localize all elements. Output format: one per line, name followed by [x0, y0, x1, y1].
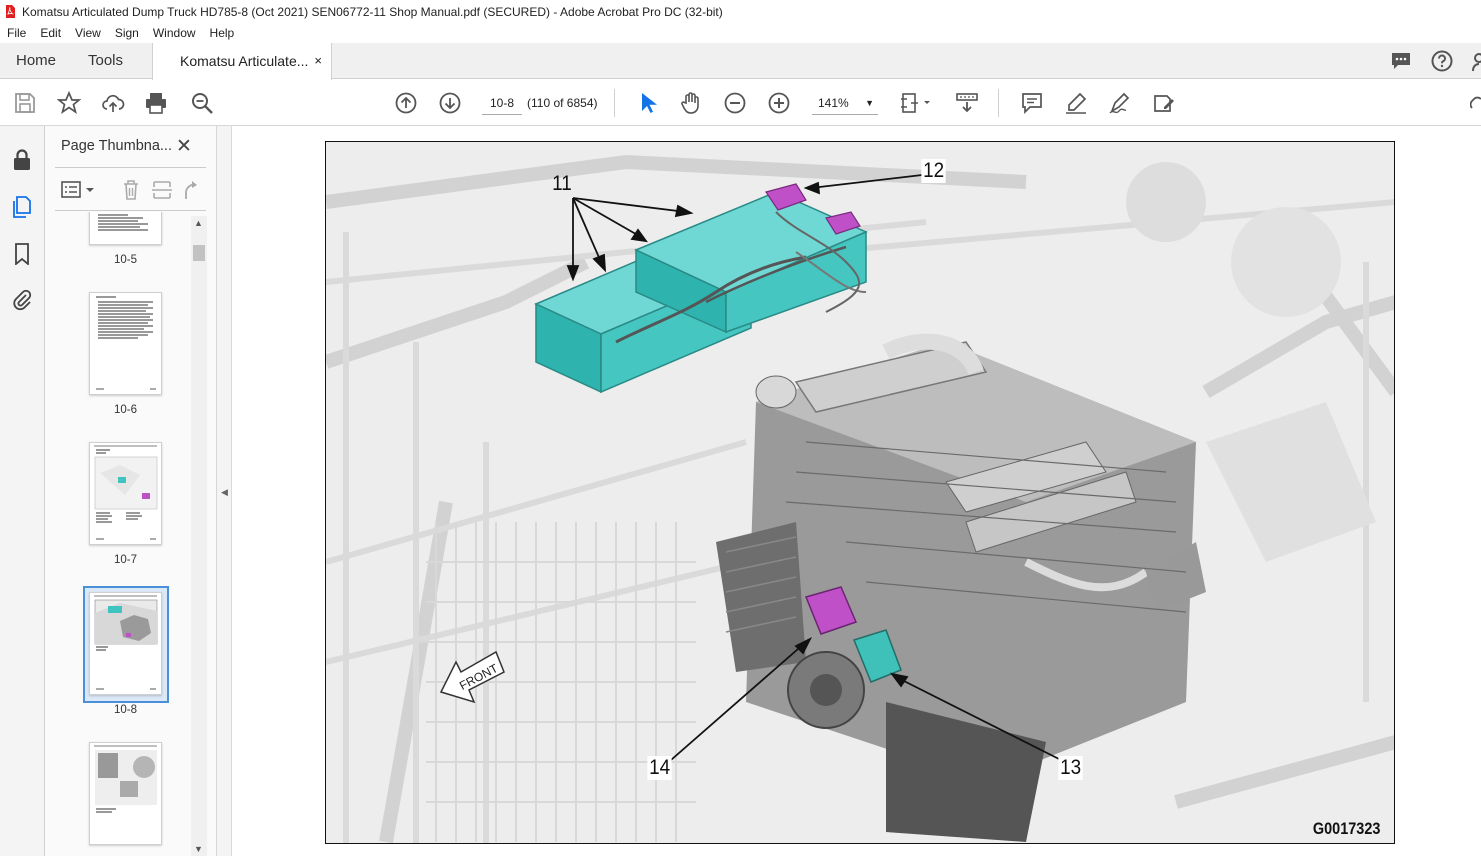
tab-home[interactable]: Home	[16, 43, 56, 79]
page-count: (110 of 6854)	[527, 96, 598, 110]
page-number-input[interactable]: 10-8	[482, 91, 522, 115]
thumbnail-scrollbar[interactable]: ▲ ▼	[191, 216, 207, 856]
bookmark-star-icon[interactable]	[57, 91, 81, 115]
thumbnail-label: 10-6	[113, 404, 138, 416]
help-icon[interactable]	[1430, 49, 1454, 73]
tab-bar: Home Tools Komatsu Articulate... ×	[0, 43, 1481, 80]
acrobat-logo-icon	[6, 5, 15, 18]
thumbnail-page-10-5[interactable]	[89, 212, 162, 245]
lock-icon[interactable]	[11, 149, 33, 171]
thumbnail-page-next[interactable]	[89, 742, 162, 845]
menu-help[interactable]: Help	[210, 26, 235, 40]
panel-collapse-handle[interactable]: ◀	[217, 126, 232, 856]
insert-pages-icon[interactable]	[151, 179, 173, 201]
attachment-paperclip-icon[interactable]	[11, 289, 33, 311]
zoom-out-icon[interactable]	[723, 91, 747, 115]
callout-12: 12	[921, 159, 946, 183]
hand-tool-icon[interactable]	[679, 91, 703, 115]
share-link-icon[interactable]	[1470, 91, 1481, 115]
menu-edit[interactable]: Edit	[40, 26, 61, 40]
collapse-left-icon: ◀	[221, 487, 228, 497]
panel-close-icon[interactable]: ✕	[176, 135, 192, 158]
panel-title: Page Thumbna...	[61, 138, 172, 154]
callout-14: 14	[647, 756, 672, 780]
thumbnail-page-preview	[94, 445, 158, 540]
document-view[interactable]: 11 12 13 14 FRONT G0017323	[232, 126, 1481, 856]
menu-sign[interactable]: Sign	[115, 26, 139, 40]
select-cursor-icon[interactable]	[636, 91, 660, 115]
zoom-in-icon[interactable]	[767, 91, 791, 115]
thumbnail-toolbar	[55, 167, 206, 211]
toolbar-divider	[614, 89, 615, 117]
callout-13: 13	[1058, 756, 1083, 780]
draw-freehand-icon[interactable]	[1108, 91, 1132, 115]
menu-view[interactable]: View	[75, 26, 101, 40]
thumbnail-label: 10-5	[113, 254, 138, 266]
upload-cloud-icon[interactable]	[101, 91, 125, 115]
page-thumbnails-icon[interactable]	[11, 196, 33, 218]
thumbnail-page-preview	[98, 214, 148, 231]
scrollbar-thumb[interactable]	[193, 245, 205, 261]
previous-page-icon[interactable]	[394, 91, 418, 115]
tab-tools[interactable]: Tools	[88, 43, 123, 79]
title-bar: Komatsu Articulated Dump Truck HD785-8 (…	[0, 0, 1481, 23]
menu-window[interactable]: Window	[153, 26, 196, 40]
toolbar-divider	[998, 89, 999, 117]
comment-bubble-icon[interactable]	[1389, 49, 1413, 73]
thumbnail-label: 10-7	[113, 554, 138, 566]
search-zoom-icon[interactable]	[190, 91, 214, 115]
tab-document-label: Komatsu Articulate...	[180, 53, 309, 69]
left-navigation-rail	[0, 126, 45, 856]
scroll-mode-icon[interactable]	[955, 91, 979, 115]
tab-document[interactable]: Komatsu Articulate... ×	[152, 43, 332, 80]
thumbnail-page-10-8[interactable]	[89, 592, 162, 695]
engine-layout-illustration	[326, 142, 1394, 843]
menu-file[interactable]: File	[7, 26, 26, 40]
sign-in-icon[interactable]	[1471, 49, 1481, 73]
zoom-level-value: 141%	[818, 96, 849, 110]
bookmark-icon[interactable]	[11, 243, 33, 265]
scroll-down-icon[interactable]: ▼	[194, 844, 203, 854]
tab-bar-right-icons	[1389, 49, 1481, 73]
figure-code: G0017323	[1312, 819, 1380, 838]
rotate-page-icon[interactable]	[182, 179, 200, 201]
page-fit-icon[interactable]	[899, 91, 933, 115]
thumbnail-list: 10-5 10-6 10-7 10-8	[45, 212, 190, 856]
scroll-up-icon[interactable]: ▲	[194, 218, 203, 228]
menu-bar: File Edit View Sign Window Help	[0, 23, 1481, 43]
pdf-page-figure: 11 12 13 14 FRONT G0017323	[325, 141, 1395, 844]
thumbnail-options-icon[interactable]	[61, 180, 97, 200]
print-icon[interactable]	[144, 91, 168, 115]
thumbnail-page-preview	[94, 745, 157, 813]
callout-11: 11	[552, 172, 572, 195]
save-icon[interactable]	[13, 91, 37, 115]
trash-delete-icon[interactable]	[120, 179, 142, 201]
page-thumbnails-panel: Page Thumbna... ✕ 10-5 10-6 10-7 10-8 ▲ …	[45, 126, 217, 856]
chevron-down-icon: ▼	[865, 98, 874, 108]
fill-sign-icon[interactable]	[1152, 91, 1176, 115]
tab-close-button[interactable]: ×	[314, 43, 322, 79]
comment-icon[interactable]	[1020, 91, 1044, 115]
thumbnail-page-preview	[96, 296, 156, 390]
main-toolbar: 10-8 (110 of 6854) 141% ▼	[0, 80, 1481, 126]
thumbnail-page-10-7[interactable]	[89, 442, 162, 545]
highlight-pen-icon[interactable]	[1064, 91, 1088, 115]
zoom-level-select[interactable]: 141% ▼	[812, 91, 878, 115]
thumbnail-label: 10-8	[113, 704, 138, 716]
thumbnail-page-preview	[94, 595, 158, 690]
window-title: Komatsu Articulated Dump Truck HD785-8 (…	[22, 4, 723, 19]
thumbnail-page-10-6[interactable]	[89, 292, 162, 395]
next-page-icon[interactable]	[438, 91, 462, 115]
